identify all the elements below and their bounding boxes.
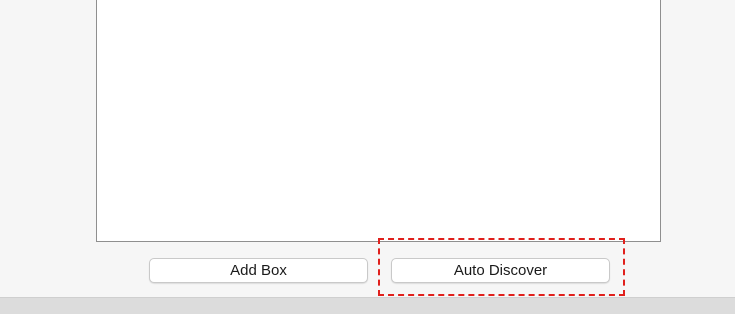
add-box-button[interactable]: Add Box (149, 258, 368, 283)
bottom-bar (0, 297, 735, 314)
auto-discover-button[interactable]: Auto Discover (391, 258, 610, 283)
list-panel[interactable] (96, 0, 661, 242)
